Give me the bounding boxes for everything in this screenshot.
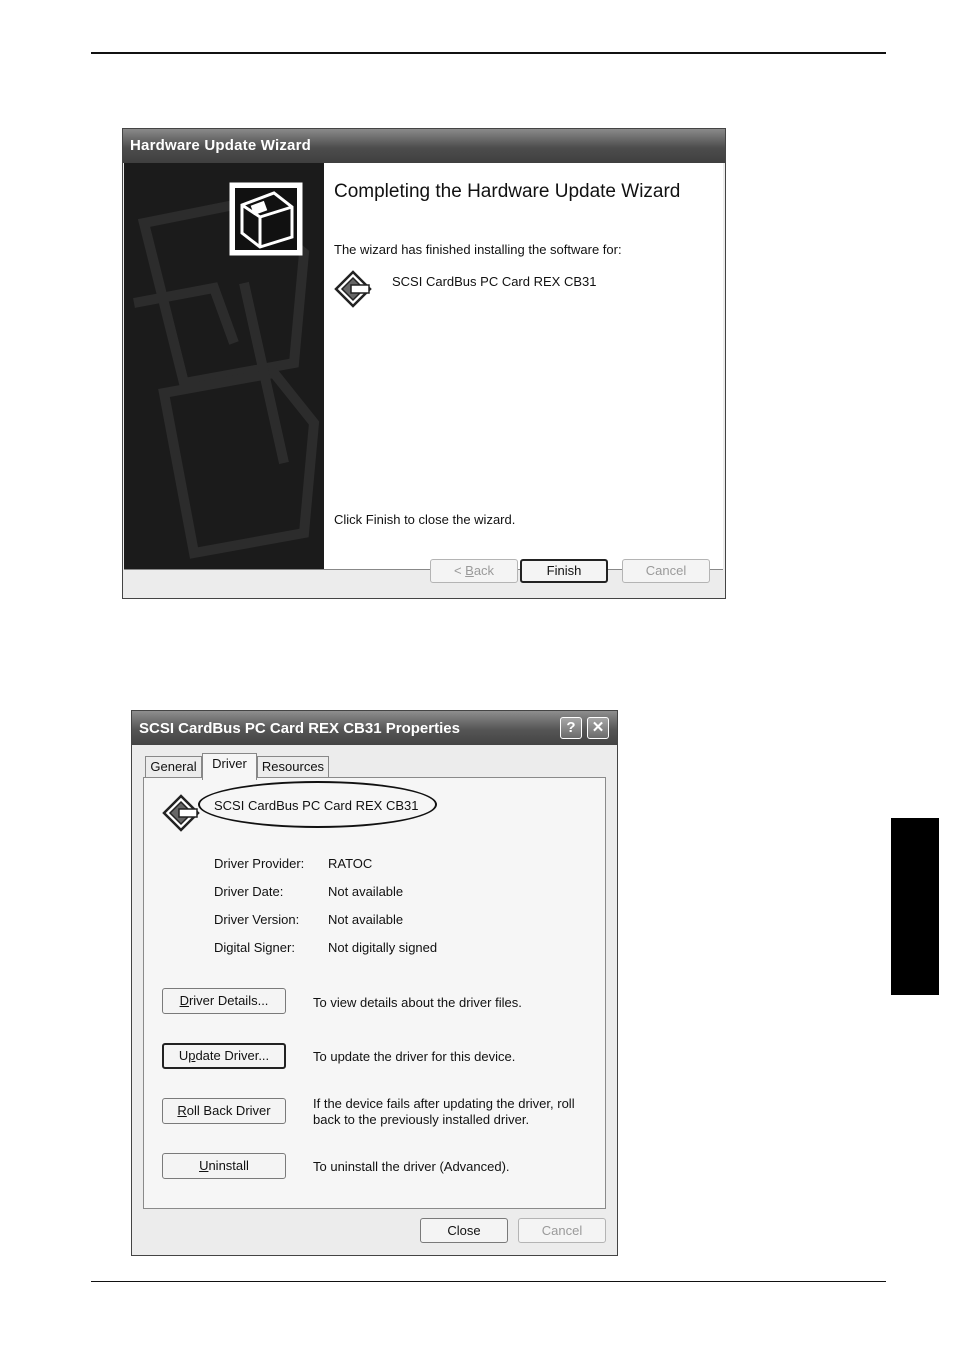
- properties-cancel-button[interactable]: Cancel: [518, 1218, 606, 1243]
- properties-close-button[interactable]: Close: [420, 1218, 508, 1243]
- driver-date-label: Driver Date:: [214, 884, 284, 899]
- footer-rule: [91, 1281, 886, 1282]
- driver-provider-value: RATOC: [328, 856, 373, 871]
- tab-general[interactable]: General: [145, 756, 202, 778]
- device-icon: [162, 794, 200, 832]
- wizard-cancel-button[interactable]: Cancel: [622, 559, 710, 583]
- back-button-prefix: <: [453, 563, 466, 578]
- driver-date-value: Not available: [328, 884, 404, 899]
- uninstall-button[interactable]: Uninstall: [162, 1153, 286, 1179]
- hardware-update-wizard-window: Hardware Update Wizard Completing the Ha…: [122, 128, 726, 599]
- uninstall-description: To uninstall the driver (Advanced).: [313, 1159, 510, 1174]
- tab-driver[interactable]: Driver: [202, 753, 257, 780]
- help-icon[interactable]: ?: [560, 717, 582, 739]
- update-driver-label: date Driver...: [195, 1048, 270, 1063]
- finish-button[interactable]: Finish: [520, 559, 608, 583]
- hardware-wizard-icon: [229, 182, 303, 256]
- driver-details-button[interactable]: Driver Details...: [162, 988, 286, 1014]
- roll-back-mnemonic: R: [177, 1103, 187, 1118]
- tab-resources[interactable]: Resources: [257, 756, 329, 778]
- driver-version-label: Driver Version:: [214, 912, 300, 927]
- properties-titlebar: SCSI CardBus PC Card REX CB31 Properties: [132, 711, 617, 745]
- digital-signer-label: Digital Signer:: [214, 940, 295, 955]
- driver-details-mnemonic: D: [179, 993, 189, 1008]
- roll-back-driver-button[interactable]: Roll Back Driver: [162, 1098, 286, 1124]
- driver-provider-label: Driver Provider:: [214, 856, 305, 871]
- update-driver-description: To update the driver for this device.: [313, 1049, 516, 1064]
- wizard-content: Completing the Hardware Update Wizard Th…: [324, 163, 723, 569]
- wizard-heading: Completing the Hardware Update Wizard: [334, 181, 681, 202]
- driver-tab-panel: SCSI CardBus PC Card REX CB31 Driver Pro…: [143, 777, 606, 1209]
- uninstall-label: ninstall: [208, 1158, 249, 1173]
- chapter-thumb-tab: [891, 818, 939, 995]
- driver-details-label: river Details...: [188, 993, 269, 1008]
- back-button-label: ack: [473, 563, 495, 578]
- update-driver-button[interactable]: Update Driver...: [162, 1043, 286, 1069]
- header-rule: [91, 52, 886, 54]
- finished-text: The wizard has finished installing the s…: [334, 242, 622, 257]
- highlight-ellipse: [198, 781, 437, 828]
- device-icon: [334, 270, 372, 308]
- roll-back-description: If the device fails after updating the d…: [313, 1096, 575, 1127]
- back-button[interactable]: < Back: [430, 559, 518, 583]
- digital-signer-value: Not digitally signed: [328, 940, 438, 955]
- back-button-mnemonic: B: [465, 563, 474, 578]
- device-name: SCSI CardBus PC Card REX CB31: [392, 274, 597, 289]
- wizard-banner: [124, 163, 324, 569]
- wizard-titlebar: Hardware Update Wizard: [123, 129, 725, 163]
- banner-graphic: [133, 182, 320, 559]
- device-properties-window: SCSI CardBus PC Card REX CB31 Properties…: [131, 710, 618, 1256]
- driver-version-value: Not available: [328, 912, 404, 927]
- close-instruction: Click Finish to close the wizard.: [334, 512, 516, 527]
- roll-back-label: oll Back Driver: [186, 1103, 271, 1118]
- driver-details-description: To view details about the driver files.: [313, 995, 522, 1010]
- close-icon[interactable]: ✕: [587, 717, 609, 739]
- update-driver-pre: U: [178, 1048, 189, 1063]
